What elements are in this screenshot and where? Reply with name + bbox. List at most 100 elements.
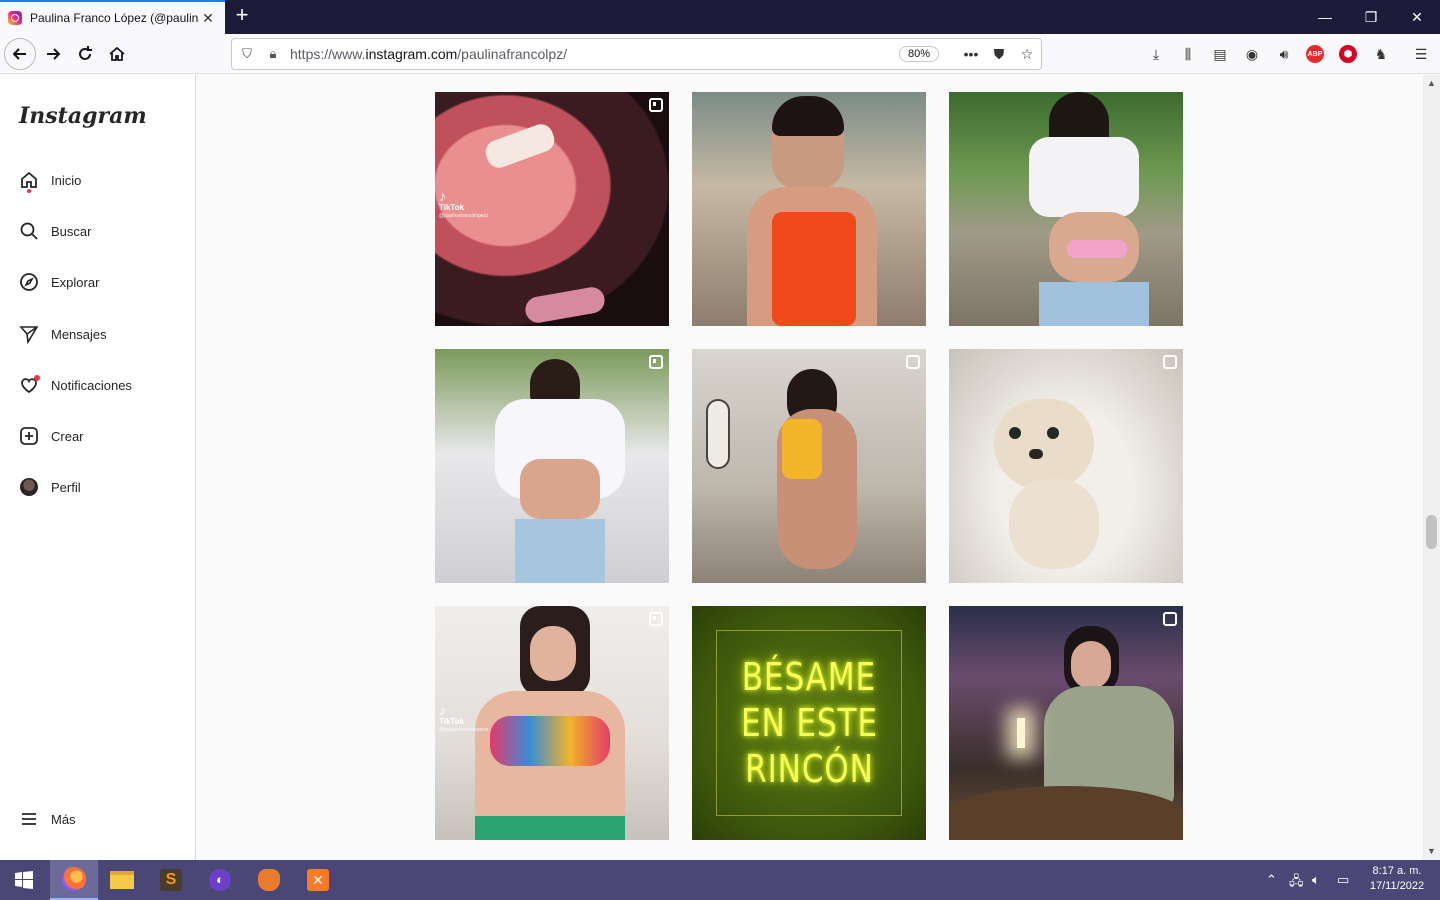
lock-icon[interactable]: 🔒︎ bbox=[262, 46, 284, 62]
page-actions-button[interactable]: ••• bbox=[957, 46, 985, 62]
scroll-thumb[interactable] bbox=[1426, 515, 1437, 549]
menu-hamburger-icon[interactable]: ☰ bbox=[1411, 44, 1431, 64]
post-image-detail bbox=[1029, 137, 1139, 217]
reel-icon bbox=[649, 612, 663, 626]
post-tile[interactable] bbox=[949, 349, 1183, 583]
taskbar-firefox[interactable] bbox=[50, 860, 98, 900]
tab-close-button[interactable]: ✕ bbox=[199, 10, 217, 27]
reload-button[interactable] bbox=[69, 38, 101, 70]
search-icon bbox=[19, 221, 39, 241]
zoom-indicator[interactable]: 80% bbox=[898, 46, 939, 62]
minimize-button[interactable]: — bbox=[1302, 0, 1348, 34]
sidebar-item-label: Buscar bbox=[51, 223, 92, 239]
home-icon bbox=[109, 46, 125, 61]
tiktok-label: TikTok bbox=[439, 203, 465, 212]
back-button[interactable] bbox=[4, 38, 36, 70]
instagram-logo[interactable]: Instagram bbox=[19, 103, 147, 129]
xampp-icon: ✕ bbox=[307, 869, 329, 891]
sidebar-item-buscar[interactable]: Buscar bbox=[19, 217, 91, 245]
notification-dot bbox=[34, 375, 40, 381]
folder-icon bbox=[110, 871, 134, 889]
url-text[interactable]: https://www.instagram.com/paulinafrancol… bbox=[290, 46, 899, 62]
scroll-down-arrow-icon[interactable]: ▼ bbox=[1423, 843, 1440, 860]
volume-icon[interactable]: 🔈︎ bbox=[1312, 872, 1320, 888]
neon-line: EN ESTE bbox=[740, 701, 878, 745]
sidebar-item-mas[interactable]: Más bbox=[19, 805, 76, 833]
url-prefix: https://www. bbox=[290, 46, 366, 62]
avatar bbox=[20, 478, 38, 496]
post-tile[interactable]: BÉSAME EN ESTE RINCÓN bbox=[692, 606, 926, 840]
post-image-detail bbox=[949, 786, 1183, 840]
post-image-detail bbox=[1009, 427, 1021, 439]
sidebar-item-crear[interactable]: Crear bbox=[19, 422, 84, 450]
close-window-button[interactable]: ✕ bbox=[1394, 0, 1440, 34]
scroll-up-arrow-icon[interactable]: ▲ bbox=[1423, 75, 1440, 92]
post-image-detail bbox=[523, 285, 607, 325]
ublock-icon[interactable]: ⬢ bbox=[1339, 45, 1357, 63]
browser-titlebar: Paulina Franco López (@paulinafrancolpz)… bbox=[0, 0, 1440, 34]
tiktok-icon: ♪ bbox=[439, 188, 446, 204]
post-image-detail bbox=[530, 626, 576, 681]
post-tile[interactable]: ♪ TikTok @paulinafrancolopezz bbox=[435, 92, 669, 326]
pocket-icon[interactable]: ⛊ bbox=[985, 46, 1013, 63]
carousel-icon bbox=[1163, 355, 1177, 369]
instagram-sidebar: Instagram Inicio Buscar Explorar Mensaje… bbox=[0, 75, 196, 860]
extension-icon[interactable]: ♞ bbox=[1371, 44, 1391, 64]
shield-icon[interactable]: ⛉ bbox=[236, 46, 258, 62]
library-icon[interactable]: ⫼ bbox=[1178, 44, 1198, 64]
post-image-detail bbox=[1029, 449, 1043, 459]
tab-title: Paulina Franco López (@paulinafrancolpz) bbox=[30, 11, 199, 25]
sidebar-item-label: Crear bbox=[51, 428, 84, 444]
post-tile[interactable] bbox=[949, 92, 1183, 326]
sidebar-item-explorar[interactable]: Explorar bbox=[19, 268, 99, 296]
browser-tab-active[interactable]: Paulina Franco López (@paulinafrancolpz)… bbox=[0, 0, 225, 34]
neon-line: RINCÓN bbox=[744, 747, 874, 791]
forward-button[interactable] bbox=[37, 38, 69, 70]
home-button[interactable] bbox=[101, 38, 133, 70]
post-tile[interactable] bbox=[949, 606, 1183, 840]
carousel-icon bbox=[906, 355, 920, 369]
post-image-detail bbox=[1071, 641, 1111, 689]
tiktok-label: TikTok bbox=[439, 717, 465, 726]
adblock-plus-icon[interactable]: ABP bbox=[1306, 45, 1324, 63]
post-image-detail bbox=[772, 96, 844, 136]
account-icon[interactable]: ◉ bbox=[1242, 44, 1262, 64]
arrow-left-icon bbox=[12, 48, 26, 60]
restore-button[interactable]: ❐ bbox=[1348, 0, 1394, 34]
speaker-icon[interactable]: 🔊︎ bbox=[1274, 44, 1294, 64]
post-image-detail bbox=[1039, 282, 1149, 326]
taskbar-sublime-text[interactable]: S bbox=[147, 860, 195, 900]
tray-overflow-chevron-icon[interactable]: ⌃ bbox=[1266, 872, 1277, 888]
post-tile[interactable] bbox=[692, 92, 926, 326]
sidebar-item-label: Inicio bbox=[51, 172, 82, 188]
post-tile[interactable] bbox=[435, 349, 669, 583]
downloads-icon[interactable]: ⤓ bbox=[1146, 44, 1166, 64]
post-image-detail bbox=[515, 519, 605, 583]
new-tab-button[interactable]: + bbox=[230, 4, 254, 28]
taskbar-file-explorer[interactable] bbox=[98, 860, 146, 900]
sidebar-item-notificaciones[interactable]: Notificaciones bbox=[19, 371, 132, 399]
notifications-center-icon[interactable]: ▭ bbox=[1337, 872, 1349, 888]
address-bar[interactable]: ⛉ 🔒︎ https://www.instagram.com/paulinafr… bbox=[231, 38, 1042, 70]
taskbar-xampp[interactable]: ✕ bbox=[294, 860, 342, 900]
clock-time: 8:17 a. m. bbox=[1372, 865, 1422, 877]
start-button[interactable] bbox=[0, 860, 48, 900]
bookmark-star-icon[interactable]: ☆ bbox=[1013, 46, 1041, 63]
menu-hamburger-icon bbox=[19, 809, 39, 829]
post-tile[interactable]: ♪ TikTok @paulinafrancolopezz bbox=[435, 606, 669, 840]
arrow-right-icon bbox=[47, 48, 61, 60]
post-image-detail bbox=[482, 120, 558, 172]
sidebar-item-perfil[interactable]: Perfil bbox=[19, 473, 81, 501]
network-icon[interactable]: 🖧︎ bbox=[1289, 872, 1304, 894]
page-scrollbar[interactable]: ▲ ▼ bbox=[1423, 75, 1440, 860]
sublime-text-icon: S bbox=[160, 869, 182, 891]
post-tile[interactable] bbox=[692, 349, 926, 583]
reel-icon bbox=[649, 98, 663, 112]
taskbar-github-desktop[interactable]: ◐ bbox=[196, 860, 244, 900]
sidebar-item-mensajes[interactable]: Mensajes bbox=[19, 320, 107, 348]
taskbar-app[interactable] bbox=[245, 860, 293, 900]
sidebar-toggle-icon[interactable]: ▤ bbox=[1210, 44, 1230, 64]
taskbar-clock[interactable]: 8:17 a. m. 17/11/2022 bbox=[1364, 864, 1430, 894]
windows-logo-icon bbox=[15, 871, 33, 889]
sidebar-item-inicio[interactable]: Inicio bbox=[19, 166, 81, 194]
